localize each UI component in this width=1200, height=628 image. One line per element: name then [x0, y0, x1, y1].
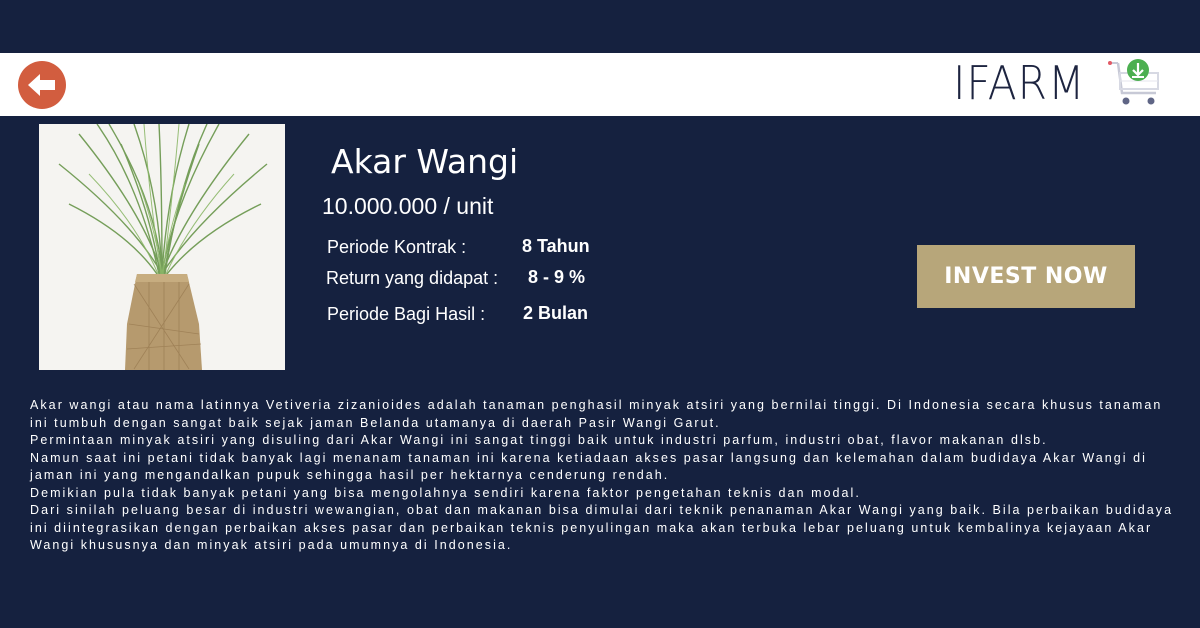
invest-now-button[interactable]: INVEST NOW — [917, 245, 1135, 308]
vetiver-grass-plant-photo — [39, 124, 285, 370]
spec-value-kontrak: 8 Tahun — [522, 236, 590, 256]
product-title: Akar Wangi — [331, 142, 519, 181]
brand-name: IFARM — [953, 56, 1086, 110]
spec-label-bagi-hasil: Periode Bagi Hasil : — [327, 304, 486, 324]
brand-logo[interactable]: IFARM — [953, 57, 1097, 109]
description-paragraph: Demikian pula tidak banyak petani yang b… — [30, 485, 861, 500]
back-button[interactable] — [18, 61, 66, 109]
product-price: 10.000.000 / unit — [322, 193, 494, 219]
back-arrow-icon — [28, 74, 55, 96]
description-paragraph: Permintaan minyak atsiri yang disuling d… — [30, 433, 1048, 447]
description-paragraph: Namun saat ini petani tidak banyak lagi … — [30, 450, 1147, 483]
description-paragraph: Akar wangi atau nama latinnya Vetiveria … — [30, 398, 1163, 430]
top-bar: IFARM — [0, 53, 1200, 116]
shopping-cart-download-icon[interactable] — [1106, 57, 1162, 109]
spec-value-return: 8 - 9 % — [528, 267, 586, 287]
description-paragraph: Dari sinilah peluang besar di industri w… — [30, 503, 1174, 552]
invest-now-label: INVEST NOW — [944, 264, 1108, 289]
spec-label-return: Return yang didapat : — [326, 268, 499, 288]
spec-label-kontrak: Periode Kontrak : — [327, 237, 467, 257]
product-image — [39, 124, 285, 370]
product-description: Akar wangi atau nama latinnya Vetiveria … — [30, 397, 1180, 555]
spec-value-bagi-hasil: 2 Bulan — [523, 303, 589, 323]
